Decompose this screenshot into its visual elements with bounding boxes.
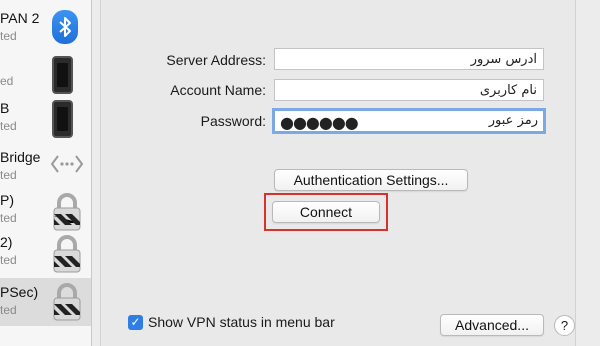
service-vpn-2[interactable]: 2) ted — [0, 234, 91, 284]
bluetooth-icon — [52, 10, 78, 44]
vpn-lock-icon — [52, 282, 82, 322]
window-edge — [577, 0, 600, 346]
service-status: ted — [0, 211, 17, 225]
service-bluetooth-pan[interactable]: PAN 2 ted — [0, 10, 91, 60]
service-name: P) — [0, 192, 14, 208]
service-name: PSec) — [0, 284, 39, 300]
service-name: Bridge — [0, 149, 41, 165]
authentication-settings-button[interactable]: Authentication Settings... — [274, 169, 468, 191]
service-name: 2) — [0, 234, 13, 250]
help-button[interactable]: ? — [554, 315, 575, 336]
account-name-label: Account Name: — [170, 82, 266, 98]
account-name-input[interactable] — [274, 79, 544, 101]
password-hint-text: رمز عبور — [488, 113, 538, 128]
iphone-icon — [52, 56, 73, 94]
vpn-lock-icon — [52, 192, 82, 232]
password-label: Password: — [200, 113, 266, 129]
service-status: ed — [0, 74, 14, 88]
service-status: ted — [0, 253, 17, 267]
connect-button[interactable]: Connect — [272, 201, 380, 223]
service-status: ted — [0, 303, 17, 317]
password-field[interactable]: ●●●●●● رمز عبور — [272, 108, 546, 134]
service-status: ted — [0, 168, 17, 182]
password-mask: ●●●●●● — [280, 113, 359, 132]
server-address-label: Server Address: — [166, 52, 266, 68]
iphone-icon — [52, 100, 73, 138]
vpn-lock-icon — [52, 234, 82, 274]
advanced-button[interactable]: Advanced... — [440, 314, 544, 336]
network-service-list: PAN 2 ted ed B ted Bridge ted P) ted 2) … — [0, 0, 92, 346]
service-name: B — [0, 100, 10, 116]
bridge-icon — [50, 153, 84, 175]
server-address-input[interactable] — [274, 48, 544, 70]
service-iphone-usb-1[interactable]: ed — [0, 56, 91, 106]
service-status: ted — [0, 119, 17, 133]
service-name: PAN 2 — [0, 10, 40, 26]
show-vpn-status-label: Show VPN status in menu bar — [148, 314, 335, 330]
show-vpn-status-checkbox[interactable]: ✓ — [128, 315, 143, 330]
service-status: ted — [0, 29, 17, 43]
service-vpn-ipsec[interactable]: PSec) ted — [0, 278, 91, 326]
service-iphone-usb-2[interactable]: B ted — [0, 100, 91, 150]
